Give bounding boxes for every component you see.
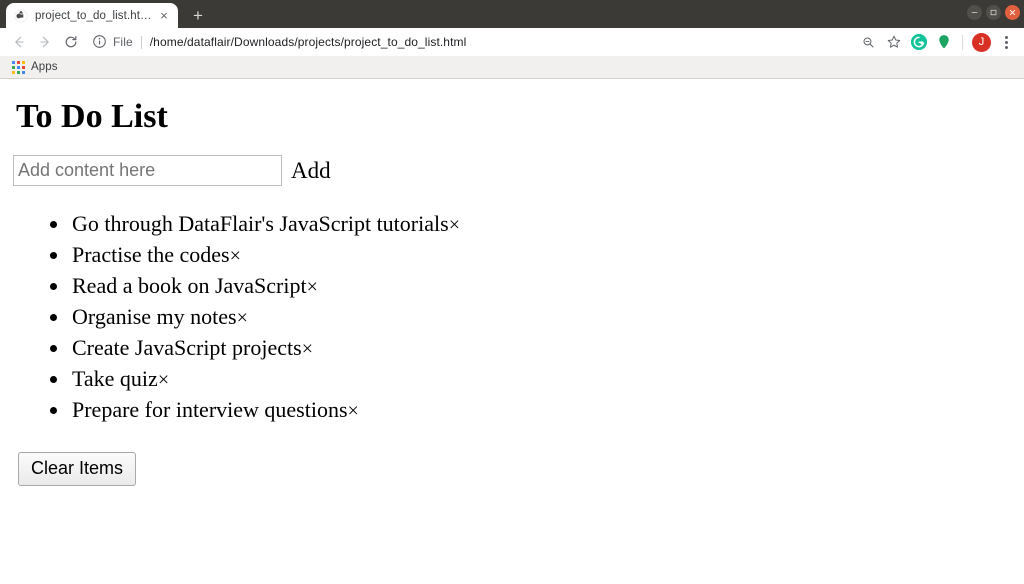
todo-item: Organise my notes× bbox=[70, 302, 1016, 333]
page-content: To Do List Add Go through DataFlair's Ja… bbox=[0, 79, 1024, 584]
add-todo-input[interactable] bbox=[13, 155, 282, 187]
delete-todo-icon[interactable]: × bbox=[449, 214, 460, 236]
three-dot-menu-icon[interactable] bbox=[994, 30, 1018, 54]
location-pin-extension-icon[interactable] bbox=[931, 29, 956, 55]
todo-item-text: Prepare for interview questions bbox=[72, 397, 348, 423]
delete-todo-icon[interactable]: × bbox=[230, 245, 241, 267]
todo-item-text: Go through DataFlair's JavaScript tutori… bbox=[72, 211, 449, 237]
bookmark-item-apps[interactable]: Apps bbox=[8, 58, 62, 77]
todo-item-text: Organise my notes bbox=[72, 304, 237, 330]
menu-dot bbox=[1004, 40, 1008, 44]
todo-list: Go through DataFlair's JavaScript tutori… bbox=[8, 209, 1016, 426]
zoom-search-icon[interactable] bbox=[856, 29, 881, 55]
toolbar-actions: J bbox=[856, 29, 1018, 55]
delete-todo-icon[interactable]: × bbox=[307, 276, 318, 298]
close-window-button[interactable] bbox=[1005, 5, 1020, 20]
todo-item: Go through DataFlair's JavaScript tutori… bbox=[70, 209, 1016, 240]
apps-grid-icon bbox=[12, 60, 25, 74]
todo-item: Create JavaScript projects× bbox=[70, 333, 1016, 364]
omnibox-separator bbox=[140, 35, 142, 49]
info-circle-icon[interactable] bbox=[92, 34, 108, 50]
page-title: To Do List bbox=[16, 98, 168, 135]
map-pin-icon bbox=[937, 34, 951, 50]
todo-item: Read a book on JavaScript× bbox=[70, 271, 1016, 302]
add-todo-button[interactable]: Add bbox=[291, 159, 331, 182]
grammarly-extension-icon[interactable] bbox=[906, 29, 931, 55]
bookmark-star-icon[interactable] bbox=[881, 29, 906, 55]
delete-todo-icon[interactable]: × bbox=[302, 338, 313, 360]
avatar: J bbox=[972, 32, 991, 52]
delete-todo-icon[interactable]: × bbox=[158, 369, 169, 391]
add-todo-form: Add bbox=[13, 155, 1016, 187]
browser-toolbar: File /home/dataflair/Downloads/projects/… bbox=[0, 28, 1024, 56]
todo-item-text: Practise the codes bbox=[72, 242, 230, 268]
url-text: /home/dataflair/Downloads/projects/proje… bbox=[149, 35, 467, 49]
maximize-window-button[interactable] bbox=[986, 5, 1001, 20]
globe-icon bbox=[14, 9, 28, 23]
address-bar[interactable]: File /home/dataflair/Downloads/projects/… bbox=[92, 30, 852, 54]
tab-title: project_to_do_list.html bbox=[35, 9, 152, 22]
grammarly-logo bbox=[910, 34, 927, 50]
minimize-window-button[interactable] bbox=[967, 5, 982, 20]
toolbar-divider bbox=[962, 34, 963, 50]
todo-item: Prepare for interview questions× bbox=[70, 395, 1016, 426]
close-tab-icon[interactable]: × bbox=[156, 8, 172, 24]
menu-dot bbox=[1004, 35, 1008, 39]
todo-item-text: Take quiz bbox=[72, 366, 158, 392]
bookmark-label: Apps bbox=[31, 61, 58, 73]
tab-strip: project_to_do_list.html × + bbox=[0, 0, 1024, 28]
clear-items-button[interactable]: Clear Items bbox=[18, 452, 137, 486]
window-controls bbox=[967, 5, 1020, 20]
todo-item-text: Read a book on JavaScript bbox=[72, 273, 307, 299]
reload-button[interactable] bbox=[58, 29, 84, 55]
delete-todo-icon[interactable]: × bbox=[237, 307, 248, 329]
todo-item: Practise the codes× bbox=[70, 240, 1016, 271]
bookmarks-bar: Apps bbox=[0, 56, 1024, 79]
new-tab-button[interactable]: + bbox=[184, 3, 212, 28]
delete-todo-icon[interactable]: × bbox=[348, 400, 359, 422]
todo-item-text: Create JavaScript projects bbox=[72, 335, 302, 361]
browser-tab-active[interactable]: project_to_do_list.html × bbox=[6, 3, 178, 28]
browser-window: project_to_do_list.html × + File /home/d… bbox=[0, 0, 1024, 584]
menu-dot bbox=[1004, 45, 1008, 49]
back-button[interactable] bbox=[6, 29, 32, 55]
forward-button[interactable] bbox=[32, 29, 58, 55]
profile-avatar-button[interactable]: J bbox=[969, 29, 994, 55]
url-scheme-label: File bbox=[113, 35, 133, 49]
todo-item: Take quiz× bbox=[70, 364, 1016, 395]
